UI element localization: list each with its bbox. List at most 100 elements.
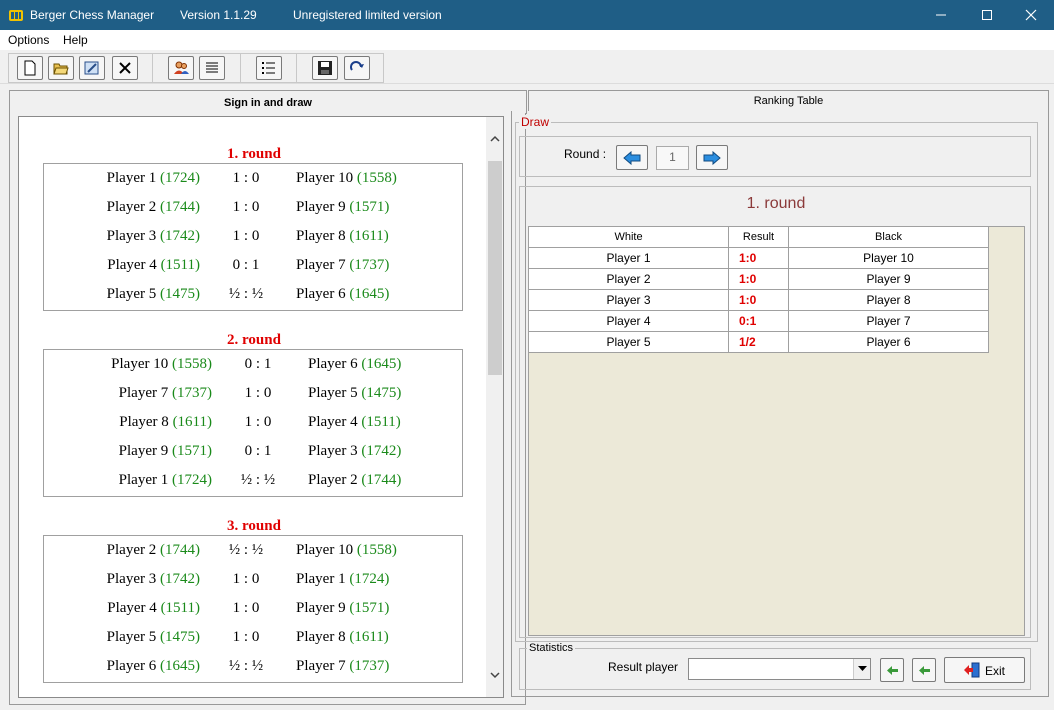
black-elo: (1571) xyxy=(349,199,390,215)
license-status: Unregistered limited version xyxy=(293,8,442,22)
save-icon xyxy=(318,61,332,75)
redo-button[interactable] xyxy=(344,56,370,80)
column-header-result[interactable]: Result xyxy=(728,226,789,248)
app-title: Berger Chess Manager xyxy=(30,8,155,22)
cell-black[interactable]: Player 7 xyxy=(788,310,989,332)
draw-table: White Result Black Player 1 1:0 Player 10 … xyxy=(528,226,989,353)
cell-black[interactable]: Player 10 xyxy=(788,247,989,269)
previous-player-button[interactable] xyxy=(880,658,904,682)
white-player: Player 2 xyxy=(106,542,157,558)
game-result: 1 : 0 xyxy=(232,228,260,244)
cell-result[interactable]: 1:0 xyxy=(728,247,789,269)
tab-label: Sign in and draw xyxy=(223,97,312,109)
delete-button[interactable] xyxy=(112,56,138,80)
arrow-right-icon xyxy=(703,151,721,165)
black-elo: (1724) xyxy=(349,571,390,587)
scroll-down-icon[interactable] xyxy=(489,669,501,681)
exit-door-icon xyxy=(964,662,980,678)
scroll-up-icon[interactable] xyxy=(489,133,501,145)
column-header-black[interactable]: Black xyxy=(788,226,989,248)
table-row[interactable]: Player 2 1:0 Player 9 xyxy=(528,268,989,290)
maximize-button[interactable] xyxy=(964,0,1010,30)
tab-ranking-table[interactable]: Ranking Table xyxy=(528,90,1049,111)
players-icon xyxy=(174,61,189,74)
close-icon xyxy=(1025,9,1037,21)
cell-white[interactable]: Player 2 xyxy=(528,268,729,290)
black-elo: (1611) xyxy=(349,629,389,645)
players-button[interactable] xyxy=(168,56,194,80)
column-header-white[interactable]: White xyxy=(528,226,729,248)
cell-result[interactable]: 0:1 xyxy=(728,310,789,332)
cell-result[interactable]: 1/2 xyxy=(728,331,789,353)
black-player: Player 2 xyxy=(308,472,358,488)
game-row: Player 3 (1742) 1 : 0 Player 8 (1611) xyxy=(44,222,464,251)
exit-button[interactable]: Exit xyxy=(944,657,1025,683)
menu-options[interactable]: Options xyxy=(8,33,49,47)
game-row: Player 2 (1744) 1 : 0 Player 9 (1571) xyxy=(44,193,464,222)
white-player: Player 4 xyxy=(107,600,157,616)
cell-white[interactable]: Player 4 xyxy=(528,310,729,332)
cell-result[interactable]: 1:0 xyxy=(728,289,789,311)
white-player: Player 2 xyxy=(106,199,157,215)
black-player: Player 7 xyxy=(296,658,346,674)
game-result: ½ : ½ xyxy=(228,542,264,558)
table-row[interactable]: Player 4 0:1 Player 7 xyxy=(528,310,989,332)
round-box: Player 1 (1724) 1 : 0 Player 10 (1558) Pla… xyxy=(43,163,463,311)
list-icon xyxy=(262,62,275,74)
game-result: ½ : ½ xyxy=(228,658,264,674)
cell-white[interactable]: Player 3 xyxy=(528,289,729,311)
cell-white[interactable]: Player 5 xyxy=(528,331,729,353)
white-player: Player 1 xyxy=(118,472,169,488)
cell-white[interactable]: Player 1 xyxy=(528,247,729,269)
statistics-group-label: Statistics xyxy=(527,642,576,654)
cell-black[interactable]: Player 9 xyxy=(788,268,989,290)
close-window-button[interactable] xyxy=(1008,0,1054,30)
black-player: Player 3 xyxy=(308,443,358,459)
result-player-select[interactable] xyxy=(688,658,871,680)
black-player: Player 10 xyxy=(296,542,354,558)
table-row[interactable]: Player 1 1:0 Player 10 xyxy=(528,247,989,269)
black-player: Player 8 xyxy=(296,228,346,244)
white-player: Player 5 xyxy=(106,286,157,302)
scroll-thumb[interactable] xyxy=(488,161,502,375)
table-row[interactable]: Player 5 1/2 Player 6 xyxy=(528,331,989,353)
app-version: Version 1.1.29 xyxy=(180,8,257,22)
menu-help[interactable]: Help xyxy=(63,33,88,47)
white-player: Player 8 xyxy=(119,414,169,430)
previous-round-button[interactable] xyxy=(616,145,648,170)
list-button[interactable] xyxy=(256,56,282,80)
redo-icon xyxy=(350,61,364,71)
save-button[interactable] xyxy=(312,56,338,80)
align-button[interactable] xyxy=(199,56,225,80)
round-title: 2. round xyxy=(227,332,281,348)
delete-icon xyxy=(119,62,131,74)
dropdown-button[interactable] xyxy=(853,659,870,679)
black-elo: (1744) xyxy=(361,472,402,488)
open-button[interactable] xyxy=(48,56,74,80)
title-bar: Berger Chess Manager Version 1.1.29 Unre… xyxy=(0,0,1054,30)
tab-sign-in-and-draw[interactable]: Sign in and draw xyxy=(9,90,527,114)
round-number-input[interactable]: 1 xyxy=(656,146,689,170)
new-button[interactable] xyxy=(17,56,43,80)
toolbar xyxy=(0,50,1054,84)
edit-button[interactable] xyxy=(79,56,105,80)
vertical-scrollbar[interactable] xyxy=(486,117,503,697)
minimize-icon xyxy=(936,14,946,16)
open-folder-icon xyxy=(53,63,69,75)
black-player: Player 6 xyxy=(296,286,346,302)
cell-result[interactable]: 1:0 xyxy=(728,268,789,290)
table-row[interactable]: Player 3 1:0 Player 8 xyxy=(528,289,989,311)
cell-black[interactable]: Player 8 xyxy=(788,289,989,311)
next-player-button[interactable] xyxy=(912,658,936,682)
round-box: Player 2 (1744) ½ : ½ Player 10 (1558) Pla… xyxy=(43,535,463,683)
black-elo: (1611) xyxy=(349,228,389,244)
cell-black[interactable]: Player 6 xyxy=(788,331,989,353)
rounds-scroll-view[interactable]: 1. round Player 1 (1724) 1 : 0 Player 10 (… xyxy=(18,116,504,698)
minimize-button[interactable] xyxy=(918,0,964,30)
next-round-button[interactable] xyxy=(696,145,728,170)
white-player: Player 3 xyxy=(106,571,157,587)
black-player: Player 8 xyxy=(296,629,346,645)
round-label: Round : xyxy=(564,147,607,161)
game-row: Player 7 (1737) 1 : 0 Player 5 (1475) xyxy=(44,379,464,408)
black-player: Player 4 xyxy=(308,414,358,430)
